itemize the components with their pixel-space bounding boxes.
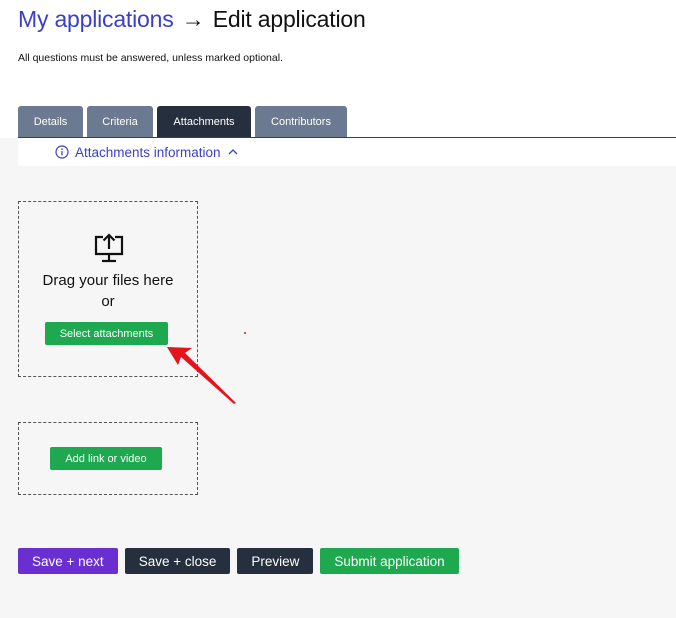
attachments-information-toggle[interactable]: Attachments information [55, 143, 239, 161]
tab-details[interactable]: Details [18, 106, 83, 137]
info-icon [55, 145, 69, 159]
page-heading: My applications → Edit application [18, 4, 366, 34]
chevron-up-icon [227, 146, 239, 158]
attachments-information-label: Attachments information [75, 144, 221, 160]
page-title: Edit application [212, 6, 366, 32]
tab-criteria[interactable]: Criteria [87, 106, 153, 137]
submit-application-button[interactable]: Submit application [320, 548, 459, 574]
add-link-or-video-button[interactable]: Add link or video [50, 447, 162, 470]
tab-contributors[interactable]: Contributors [255, 106, 347, 137]
breadcrumb-my-applications-link[interactable]: My applications [18, 6, 174, 32]
select-attachments-button[interactable]: Select attachments [45, 322, 168, 345]
drag-files-text: Drag your files here [42, 272, 174, 289]
instructions-text: All questions must be answered, unless m… [18, 52, 283, 64]
form-actions: Save + next Save + close Preview Submit … [18, 548, 459, 574]
or-text: or [101, 293, 115, 310]
save-next-button[interactable]: Save + next [18, 548, 118, 574]
upload-icon [92, 232, 126, 264]
save-close-button[interactable]: Save + close [124, 548, 231, 574]
file-dropzone[interactable]: Drag your files here or Select attachmen… [18, 201, 198, 377]
link-zone: Add link or video [18, 422, 198, 495]
breadcrumb-arrow: → [181, 6, 205, 32]
preview-button[interactable]: Preview [237, 548, 314, 574]
application-tabs: Details Criteria Attachments Contributor… [18, 106, 347, 137]
tab-attachments[interactable]: Attachments [157, 106, 251, 137]
